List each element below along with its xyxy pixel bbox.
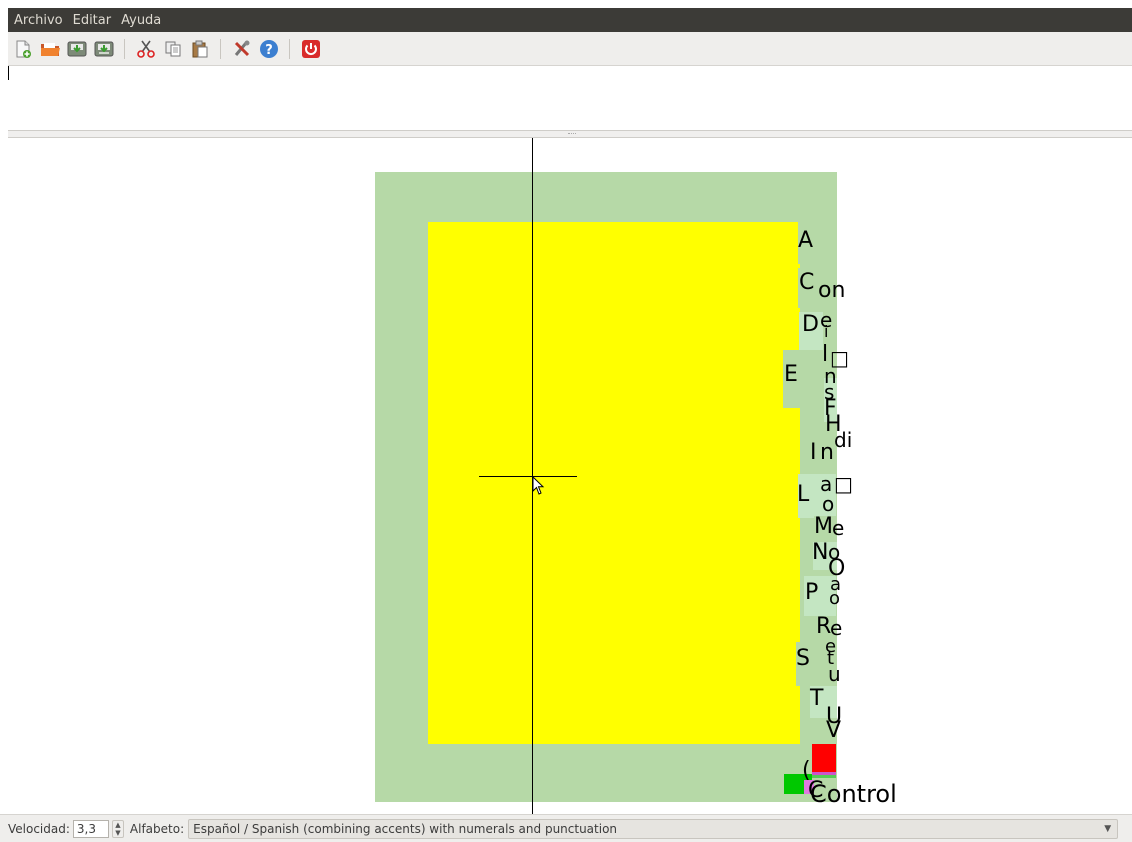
save-as-icon[interactable] [92,37,116,61]
speed-spinner-arrows-icon[interactable]: ▲ ▼ [111,819,124,838]
letter-p: P [805,580,819,605]
letter-l: L [797,482,810,507]
letter-v: V [826,718,842,743]
box-glyph-2: □ [834,472,853,496]
letter-o-small-3: o [829,588,841,609]
horizontal-crosshair-line [479,476,577,477]
letter-t: T [810,686,824,711]
letter-a: A [798,228,814,253]
letter-e: E [784,362,798,387]
letter-n: N [812,540,829,565]
splitter-grip [568,133,576,136]
letter-n-small-2: n [820,440,834,465]
open-folder-icon[interactable] [38,37,62,61]
letter-i-small: i [824,322,829,341]
toolbar: ? [8,32,1132,66]
menu-editar[interactable]: Editar [68,13,117,28]
toolbar-separator-3 [289,38,290,59]
speed-input[interactable]: 3,3 [72,819,109,838]
preferences-icon[interactable] [230,37,254,61]
svg-text:?: ? [265,43,273,58]
text-output-area[interactable] [8,66,1132,130]
box-v-red [812,744,836,772]
save-icon[interactable] [65,37,89,61]
letter-i: I [810,440,817,465]
letter-a-small: a [820,472,833,496]
alphabet-label: Alfabeto: [129,821,185,836]
new-file-icon[interactable] [11,37,35,61]
text-control: Control [810,780,897,808]
menu-bar: Archivo Editar Ayuda [8,8,1132,32]
letter-u-small: u [828,662,841,686]
letter-s: S [796,646,810,671]
cut-icon[interactable] [134,37,158,61]
letter-l-small: l [822,342,829,367]
text-on: on [818,278,846,303]
letter-e-small-2: e [832,516,845,540]
letter-m: M [814,514,833,539]
speed-label: Velocidad: [8,821,70,836]
dasher-canvas[interactable]: A C on D e i l □ E n s F H di I n a □ L … [8,138,1132,814]
letter-r: R [816,614,832,639]
quit-icon[interactable] [299,37,323,61]
status-bar: Velocidad: 3,3 ▲ ▼ Alfabeto: Español / Sp… [0,814,1132,842]
letter-c: C [799,270,815,295]
window-top-edge [0,0,1132,8]
inner-yellow-box [428,222,800,744]
letter-d: D [802,312,819,337]
copy-icon[interactable] [161,37,185,61]
mouse-pointer-icon [532,476,545,495]
letter-o-small: o [822,492,835,516]
toolbar-separator-2 [220,38,221,59]
menu-ayuda[interactable]: Ayuda [116,13,166,28]
menu-archivo[interactable]: Archivo [8,13,68,28]
alphabet-select[interactable]: Español / Spanish (combining accents) wi… [188,818,1119,839]
alphabet-value: Español / Spanish (combining accents) wi… [193,821,618,836]
text-di: di [834,428,853,452]
text-caret [8,66,9,80]
help-icon[interactable]: ? [257,37,281,61]
speed-value: 3,3 [76,821,96,836]
paste-icon[interactable] [188,37,212,61]
toolbar-separator [124,38,125,59]
dropdown-arrow-icon: ▼ [1104,823,1112,834]
letter-e-small-3: e [830,616,843,640]
